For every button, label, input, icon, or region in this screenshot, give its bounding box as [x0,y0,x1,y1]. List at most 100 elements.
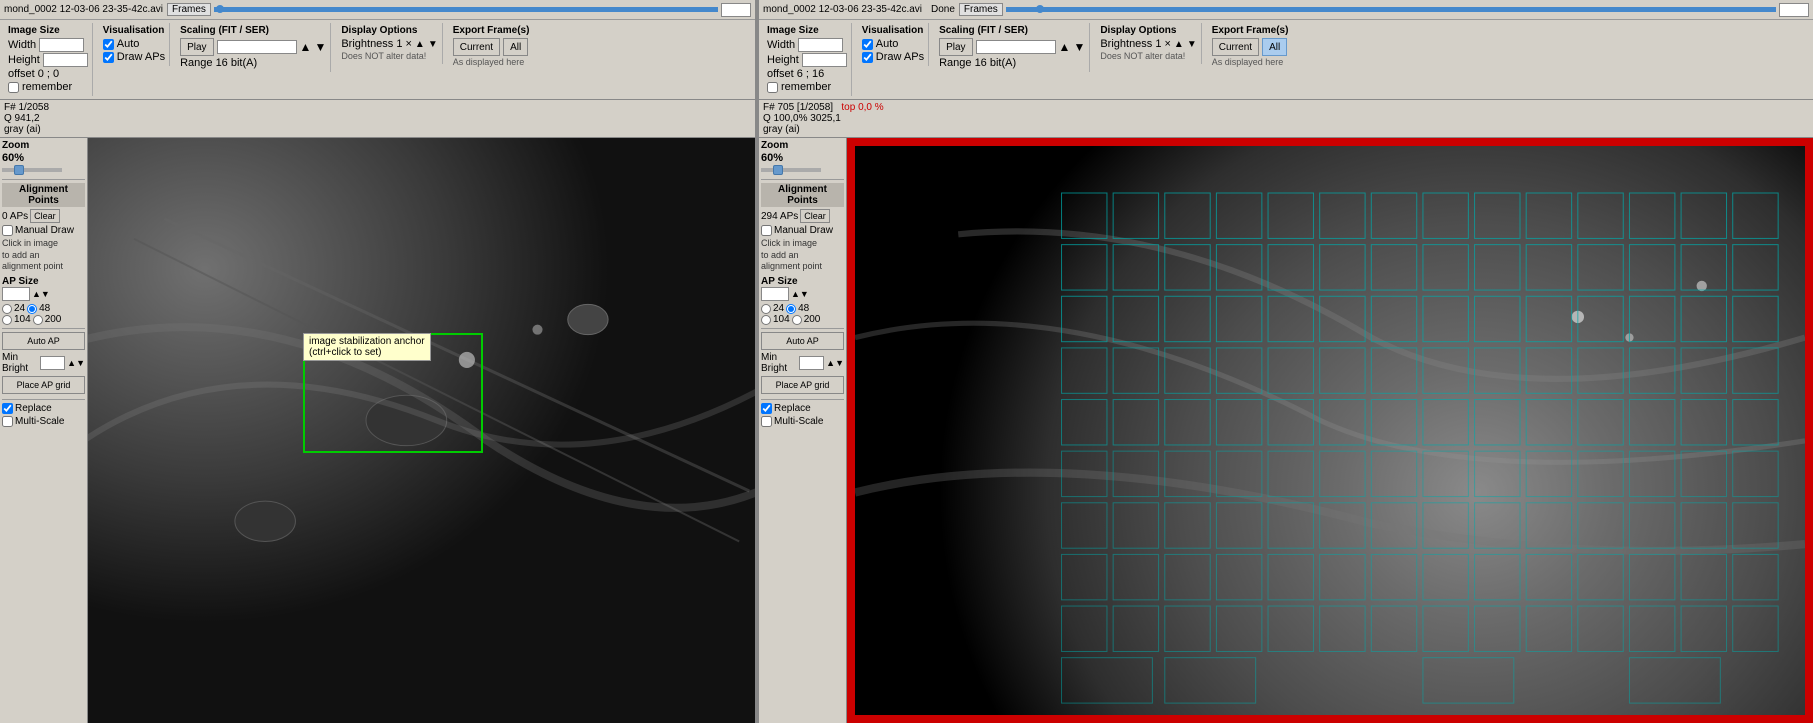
left-ap-size-input[interactable]: 72 [2,287,30,301]
right-export-label: Export Frame(s) [1212,25,1289,36]
left-drawaps-label: Draw APs [117,51,165,63]
left-frame-input[interactable]: 1 [721,3,751,17]
left-multi-scale-check[interactable] [2,416,13,427]
left-zoom-slider[interactable] [2,168,62,172]
left-replace-check[interactable] [2,403,13,414]
right-vis-label: Visualisation [862,25,924,36]
left-min-bright-arrows[interactable]: ▲▼ [67,358,85,368]
right-image-viewport[interactable] [847,138,1813,723]
left-ap-24-label: 24 [14,303,25,314]
right-frame-input[interactable]: 1 [1779,3,1809,17]
right-ap-size-input[interactable]: 88 [761,287,789,301]
left-scale-input[interactable] [217,40,297,54]
right-scaling-label: Scaling (FIT / SER) [939,25,1085,36]
left-ap-title: Alignment Points [2,183,85,207]
right-multi-scale-check[interactable] [761,416,772,427]
right-brightness-value: 1 × [1155,38,1171,50]
right-ap-24[interactable] [761,304,771,314]
right-clear-button[interactable]: Clear [800,209,830,223]
left-ap-48[interactable] [27,304,37,314]
left-scale-down[interactable]: ▼ [314,40,326,54]
right-click-info: Click in imageto add analignment point [761,238,844,273]
left-ap-104-label: 104 [14,314,31,325]
right-drawaps-check[interactable] [862,52,873,63]
left-brightness-label: Brightness [341,38,393,50]
right-ap-48[interactable] [786,304,796,314]
left-ap-200[interactable] [33,315,43,325]
right-replace-check[interactable] [761,403,772,414]
left-ap-104[interactable] [2,315,12,325]
right-width-input[interactable]: 1312 [798,38,843,52]
right-frame-info: F# 705 [1/2058] [763,102,833,113]
left-min-bright-label: Min Bright [2,352,38,374]
left-as-displayed: As displayed here [453,57,525,67]
left-auto-check[interactable] [103,39,114,50]
right-scale-down[interactable]: ▼ [1073,40,1085,54]
right-min-bright-input[interactable]: 10 [799,356,824,370]
right-scale-up[interactable]: ▲ [1059,40,1071,54]
left-bright-up[interactable]: ▲ [415,39,425,50]
left-frame-info: F# 1/2058 [4,102,751,113]
left-remember-check[interactable] [8,82,19,93]
right-place-ap-grid-button[interactable]: Place AP grid [761,376,844,394]
right-ap-200-label: 200 [804,314,821,325]
right-ap-104[interactable] [761,315,771,325]
right-zoom-slider[interactable] [761,168,821,172]
right-as-displayed: As displayed here [1212,57,1284,67]
right-height-label: Height [767,54,799,66]
left-place-ap-grid-button[interactable]: Place AP grid [2,376,85,394]
right-remember-label: remember [781,81,831,93]
right-range-label: Range 16 bit(A) [939,57,1016,69]
left-all-button[interactable]: All [503,38,528,56]
left-scale-up[interactable]: ▲ [300,40,312,54]
left-ap-24[interactable] [2,304,12,314]
right-ap-size-arrows[interactable]: ▲▼ [791,289,809,299]
left-height-input[interactable]: 960 [43,53,88,67]
right-min-bright-label: Min Bright [761,352,797,374]
right-frame-pct: top 0,0 % [841,102,883,113]
right-brightness-label: Brightness [1100,38,1152,50]
left-width-input[interactable]: 1280 [39,38,84,52]
right-auto-check[interactable] [862,39,873,50]
right-width-label: Width [767,39,795,51]
left-current-button[interactable]: Current [453,38,500,56]
right-does-not-alter: Does NOT alter data! [1100,51,1185,61]
right-bright-up[interactable]: ▲ [1174,39,1184,50]
right-replace-label: Replace [774,403,811,414]
right-scale-input[interactable] [976,40,1056,54]
left-zoom-pct: 60% [2,152,85,164]
right-min-bright-arrows[interactable]: ▲▼ [826,358,844,368]
right-title: mond_0002 12-03-06 23-35-42c.avi [763,4,922,15]
right-ap-48-label: 48 [798,303,809,314]
left-clear-button[interactable]: Clear [30,209,60,223]
left-export-label: Export Frame(s) [453,25,530,36]
right-zoom-pct: 60% [761,152,844,164]
right-all-button[interactable]: All [1262,38,1287,56]
right-manual-draw-label: Manual Draw [774,225,833,236]
left-range-label: Range 16 bit(A) [180,57,257,69]
left-play-button[interactable]: Play [180,38,213,56]
right-height-input[interactable]: 1008 [802,53,847,67]
left-drawaps-check[interactable] [103,52,114,63]
right-ap-200[interactable] [792,315,802,325]
right-offset-value: 6 ; 16 [797,68,825,80]
left-bright-down[interactable]: ▼ [428,39,438,50]
left-ap-size-label: AP Size [2,276,85,287]
left-image-viewport[interactable]: image stabilization anchor (ctrl+click t… [88,138,755,723]
right-play-button[interactable]: Play [939,38,972,56]
right-drawaps-label: Draw APs [876,51,924,63]
left-auto-ap-button[interactable]: Auto AP [2,332,85,350]
left-min-bright-input[interactable]: 30 [40,356,65,370]
left-ap-count: 0 APs [2,211,28,222]
right-auto-ap-button[interactable]: Auto AP [761,332,844,350]
right-manual-draw-check[interactable] [761,225,772,236]
right-bright-down[interactable]: ▼ [1187,39,1197,50]
left-ap-size-up[interactable]: ▲▼ [32,289,50,299]
right-current-button[interactable]: Current [1212,38,1259,56]
right-remember-check[interactable] [767,82,778,93]
left-height-label: Height [8,54,40,66]
left-multi-scale-label: Multi-Scale [15,416,64,427]
left-manual-draw-check[interactable] [2,225,13,236]
left-width-label: Width [8,39,36,51]
left-title: mond_0002 12-03-06 23-35-42c.avi [4,4,163,15]
